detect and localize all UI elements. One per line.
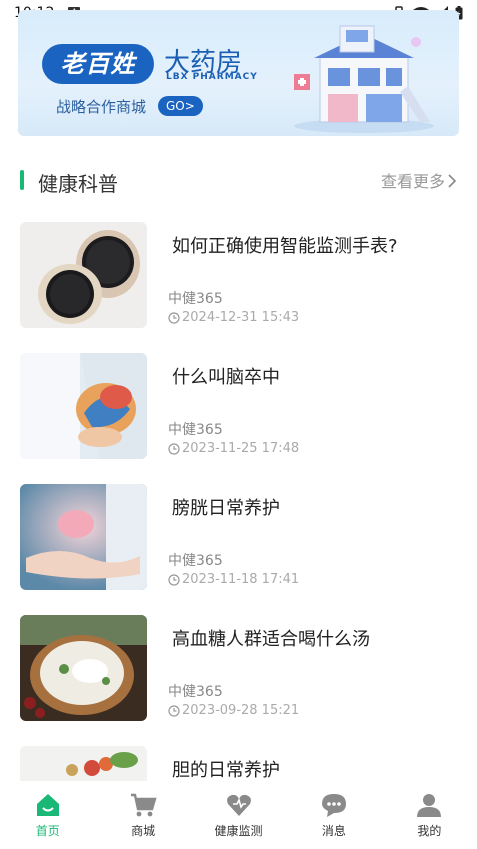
article-time: 2023-11-18 17:41 xyxy=(168,572,299,587)
tab-messages[interactable]: 消息 xyxy=(286,781,381,849)
banner-go-button[interactable]: GO> xyxy=(158,96,203,116)
pharmacy-banner[interactable]: 老百姓 大药房 LBX PHARMACY 战略合作商城 GO> xyxy=(18,10,459,136)
article-item[interactable]: 什么叫脑卒中 中健365 2023-11-25 17:48 xyxy=(20,353,460,459)
article-item[interactable]: 膀胱日常养护 中健365 2023-11-18 17:41 xyxy=(20,484,460,590)
clock-icon xyxy=(168,704,180,717)
tab-health-monitor[interactable]: 健康监测 xyxy=(191,781,286,849)
health-science-header: 健康科普 查看更多 xyxy=(18,164,459,198)
article-time: 2024-12-31 15:43 xyxy=(168,310,299,325)
banner-subtitle: 战略合作商城 xyxy=(56,98,147,116)
article-time-text: 2024-12-31 15:43 xyxy=(182,310,300,325)
article-thumbnail xyxy=(20,353,147,459)
article-item[interactable]: 胆的日常养护 xyxy=(20,746,460,781)
article-source: 中健365 xyxy=(168,291,223,307)
article-thumbnail xyxy=(20,746,147,781)
article-time-text: 2023-11-25 17:48 xyxy=(182,441,300,456)
tab-label: 我的 xyxy=(417,824,442,838)
tab-profile[interactable]: 我的 xyxy=(382,781,477,849)
brand-logo: 老百姓 xyxy=(42,44,154,84)
brand-name-en: LBX PHARMACY xyxy=(166,72,258,82)
home-icon xyxy=(36,794,59,816)
article-source: 中健365 xyxy=(168,553,223,569)
clock-icon xyxy=(168,573,180,586)
tab-label: 健康监测 xyxy=(214,824,263,838)
article-thumbnail xyxy=(20,615,147,721)
article-title: 胆的日常养护 xyxy=(172,760,280,781)
heart-icon xyxy=(226,794,251,816)
article-title: 高血糖人群适合喝什么汤 xyxy=(172,629,370,650)
chat-icon xyxy=(321,794,346,817)
article-time: 2023-11-25 17:48 xyxy=(168,441,299,456)
article-item[interactable]: 如何正确使用智能监测手表? 中健365 2024-12-31 15:43 xyxy=(20,222,460,328)
bottom-tab-bar: 首页 商城 健康监测 消息 我的 xyxy=(0,781,477,849)
article-time: 2023-09-28 15:21 xyxy=(168,703,299,718)
clock-icon xyxy=(168,442,180,455)
section-title: 健康科普 xyxy=(38,172,118,196)
article-title: 什么叫脑卒中 xyxy=(172,367,280,388)
tab-label: 商城 xyxy=(131,824,156,838)
article-time-text: 2023-09-28 15:21 xyxy=(182,703,300,718)
article-source: 中健365 xyxy=(168,422,223,438)
article-time-text: 2023-11-18 17:41 xyxy=(182,572,300,587)
cart-icon xyxy=(131,793,157,817)
see-more-label: 查看更多 xyxy=(380,172,445,191)
tab-label: 消息 xyxy=(321,824,346,838)
tab-label: 首页 xyxy=(35,824,60,838)
article-thumbnail xyxy=(20,484,147,590)
see-more-link[interactable]: 查看更多 xyxy=(381,168,457,192)
person-icon xyxy=(417,794,442,817)
article-source: 中健365 xyxy=(168,684,223,700)
tab-home[interactable]: 首页 xyxy=(0,781,95,849)
tab-mall[interactable]: 商城 xyxy=(95,781,190,849)
article-item[interactable]: 高血糖人群适合喝什么汤 中健365 2023-09-28 15:21 xyxy=(20,615,460,721)
clock-icon xyxy=(168,311,180,324)
article-title: 如何正确使用智能监测手表? xyxy=(172,236,398,257)
chevron-right-icon xyxy=(448,174,457,188)
article-thumbnail xyxy=(20,222,147,328)
article-title: 膀胱日常养护 xyxy=(172,498,280,519)
section-accent-bar xyxy=(20,170,24,190)
pharmacy-building-illustration xyxy=(294,25,434,133)
